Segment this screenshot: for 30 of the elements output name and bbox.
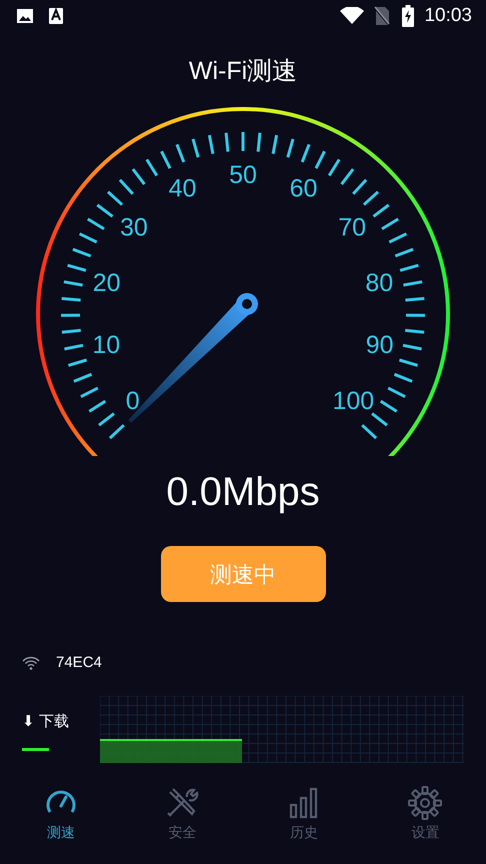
download-arrow: ⬇ [22, 713, 35, 730]
scale-label: 60 [290, 174, 318, 203]
speed-reading: 0.0Mbps [166, 470, 320, 514]
nav-tab[interactable]: 历史 [243, 786, 364, 843]
image-icon [16, 7, 34, 25]
nav-tab[interactable]: 安全 [122, 786, 243, 843]
no-sim-icon [374, 6, 390, 26]
nav-tab[interactable]: 测速 [0, 786, 122, 843]
scale-label: 100 [332, 387, 374, 416]
network-name: 74EC4 [56, 652, 102, 673]
scale-label: 70 [338, 213, 366, 242]
legend-line [22, 748, 49, 751]
nav-tab[interactable]: 设置 [364, 786, 486, 843]
scale-label: 80 [365, 269, 394, 297]
legend-label: 下载 [39, 713, 70, 730]
scale-label: 0 [126, 387, 140, 416]
wifi-icon [22, 656, 40, 670]
scale-label: 10 [92, 331, 120, 360]
battery-charging-icon [402, 5, 414, 27]
screen-title: Wi-Fi测速 [188, 57, 298, 85]
settings-icon [408, 786, 442, 820]
scale-label: 40 [168, 174, 196, 203]
scale-label: 50 [229, 161, 257, 189]
wifi-icon [340, 7, 364, 25]
scale-label: 30 [120, 213, 148, 242]
font-icon [48, 7, 64, 25]
scale-label: 90 [366, 331, 394, 360]
status-time: 10:03 [424, 4, 472, 28]
scale-label: 20 [92, 269, 121, 297]
speed-test-button[interactable]: 测速中 [160, 546, 326, 602]
